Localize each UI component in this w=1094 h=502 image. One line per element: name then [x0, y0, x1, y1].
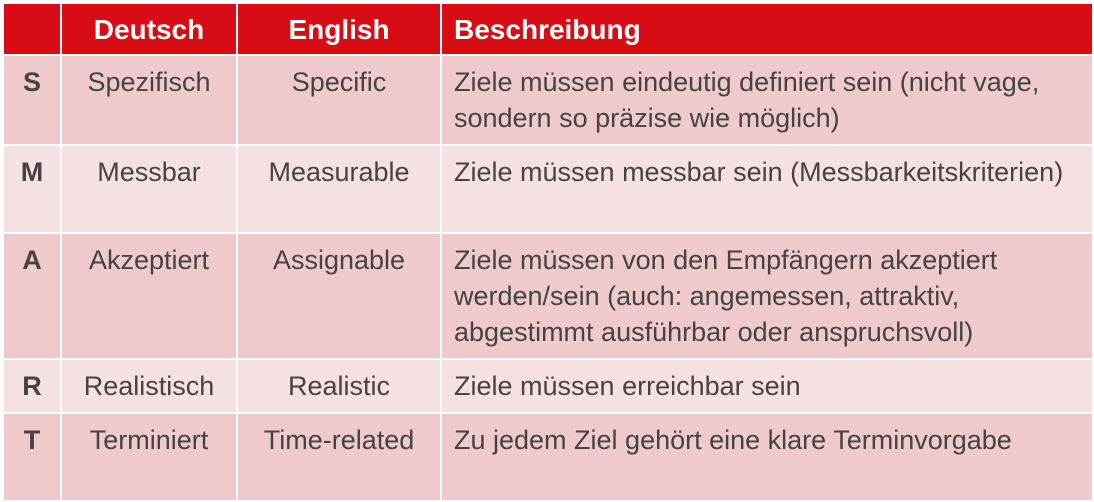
table-row: R Realistisch Realistic Ziele müssen err… — [2, 358, 1094, 414]
row-letter: S — [2, 54, 62, 146]
row-letter: R — [2, 358, 62, 414]
row-deutsch: Akzeptiert — [60, 232, 238, 360]
row-beschreibung: Ziele müssen von den Empfängern akzeptie… — [440, 232, 1094, 360]
row-beschreibung: Ziele müssen eindeutig definiert sein (n… — [440, 54, 1094, 146]
table-row: M Messbar Measurable Ziele müssen messba… — [2, 144, 1094, 234]
row-letter: A — [2, 232, 62, 360]
header-deutsch: Deutsch — [60, 2, 238, 56]
header-letter — [2, 2, 62, 56]
smart-criteria-table: Deutsch English Beschreibung S Spezifisc… — [2, 2, 1094, 502]
row-beschreibung: Ziele müssen messbar sein (Messbarkeitsk… — [440, 144, 1094, 234]
table-row: A Akzeptiert Assignable Ziele müssen von… — [2, 232, 1094, 360]
row-deutsch: Spezifisch — [60, 54, 238, 146]
row-english: Assignable — [236, 232, 442, 360]
row-beschreibung: Ziele müssen erreichbar sein — [440, 358, 1094, 414]
row-deutsch: Realistisch — [60, 358, 238, 414]
header-english: English — [236, 2, 442, 56]
row-english: Measurable — [236, 144, 442, 234]
row-english: Realistic — [236, 358, 442, 414]
table-row: S Spezifisch Specific Ziele müssen einde… — [2, 54, 1094, 146]
row-letter: M — [2, 144, 62, 234]
header-beschreibung: Beschreibung — [440, 2, 1094, 56]
row-english: Specific — [236, 54, 442, 146]
row-deutsch: Messbar — [60, 144, 238, 234]
table-header-row: Deutsch English Beschreibung — [2, 2, 1094, 56]
